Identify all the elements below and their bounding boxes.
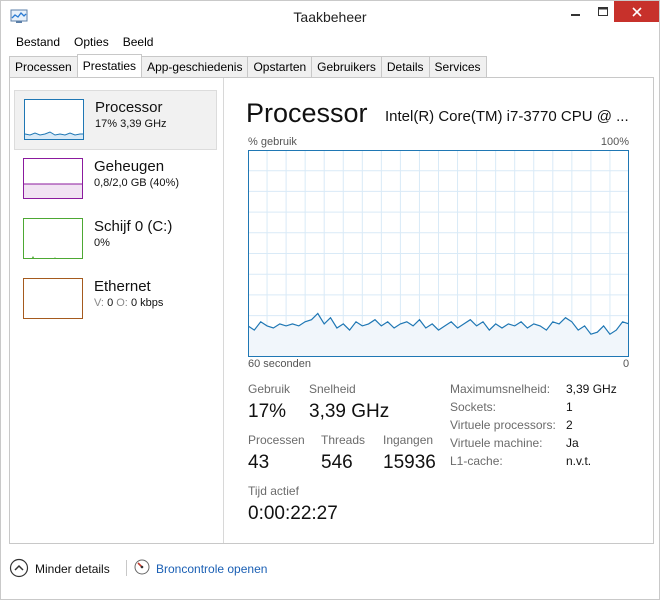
stat-label-uptime: Tijd actief: [248, 484, 299, 498]
sidebar-item-subtitle: 17% 3,39 GHz: [95, 118, 167, 130]
spec-label-virtual-processors: Virtuele processors:: [450, 418, 556, 432]
stat-value-speed: 3,39 GHz: [309, 401, 390, 422]
stat-label-threads: Threads: [321, 433, 366, 447]
stat-value-processes: 43: [248, 452, 270, 473]
stat-value-handles: 15936: [383, 452, 436, 473]
processor-thumbnail: [24, 99, 84, 140]
tab-services[interactable]: Services: [428, 56, 487, 77]
footer-bar: Minder details Broncontrole openen: [1, 544, 659, 599]
axis-label-zero: 0: [623, 358, 630, 370]
maximize-icon: [598, 6, 608, 16]
sidebar-item-disk[interactable]: Schijf 0 (C:) 0%: [14, 210, 217, 270]
tab-processen[interactable]: Processen: [9, 56, 78, 77]
tab-opstarten[interactable]: Opstarten: [247, 56, 313, 77]
spec-label-l1-cache: L1-cache:: [450, 454, 503, 468]
sidebar-item-ethernet[interactable]: Ethernet V: 0 O: 0 kbps: [14, 270, 217, 330]
maximize-button[interactable]: [590, 1, 616, 22]
menu-beeld[interactable]: Beeld: [116, 32, 161, 52]
minimize-button[interactable]: [563, 1, 589, 22]
resource-monitor-icon[interactable]: [134, 559, 150, 575]
fewer-details-button[interactable]: Minder details: [35, 562, 110, 576]
memory-mini-graph: [24, 183, 82, 198]
memory-thumbnail: [23, 158, 83, 199]
tab-prestaties[interactable]: Prestaties: [76, 54, 143, 77]
title-bar[interactable]: Taakbeheer: [1, 1, 659, 32]
sidebar-item-title: Processor: [95, 99, 163, 116]
disk-thumbnail: [23, 218, 83, 259]
minimize-icon: [571, 13, 580, 16]
stat-label-speed: Snelheid: [309, 382, 356, 396]
sidebar-item-subtitle: 0,8/2,0 GB (40%): [94, 177, 179, 189]
axis-label-time: 60 seconden: [248, 358, 311, 370]
chevron-up-circle-icon[interactable]: [9, 558, 29, 578]
ethernet-thumbnail: [23, 278, 83, 319]
footer-separator: [126, 560, 127, 576]
stat-value-threads: 546: [321, 452, 353, 473]
stat-label-processes: Processen: [248, 433, 305, 447]
resource-list: Processor 17% 3,39 GHz Geheugen 0,8/2,0 …: [10, 78, 223, 543]
window-title: Taakbeheer: [293, 9, 367, 25]
spec-label-max-speed: Maximumsnelheid:: [450, 382, 551, 396]
spec-value-max-speed: 3,39 GHz: [566, 382, 617, 396]
menu-opties[interactable]: Opties: [67, 32, 116, 52]
sidebar-item-processor[interactable]: Processor 17% 3,39 GHz: [14, 90, 217, 150]
cpu-model: Intel(R) Core(TM) i7-3770 CPU @ ...: [385, 108, 629, 125]
stat-label-handles: Ingangen: [383, 433, 434, 447]
sidebar-item-title: Geheugen: [94, 158, 165, 175]
spec-value-virtual-machine: Ja: [566, 436, 579, 450]
performance-panel: Processor 17% 3,39 GHz Geheugen 0,8/2,0 …: [9, 77, 654, 544]
close-icon: [631, 6, 642, 17]
open-resource-monitor-link[interactable]: Broncontrole openen: [156, 562, 267, 576]
tab-gebruikers[interactable]: Gebruikers: [311, 56, 382, 77]
stat-label-usage: Gebruik: [248, 382, 291, 396]
axis-label-max: 100%: [600, 136, 629, 148]
page-title: Processor: [246, 98, 368, 128]
spec-label-sockets: Sockets:: [450, 400, 497, 414]
axis-label-usage: % gebruik: [248, 136, 297, 148]
processor-mini-graph: [25, 131, 83, 139]
sidebar-item-title: Ethernet: [94, 278, 151, 295]
spec-value-virtual-processors: 2: [566, 418, 573, 432]
tab-details[interactable]: Details: [380, 56, 430, 77]
receive-value: 0 kbps: [130, 297, 164, 309]
pane-divider[interactable]: [223, 78, 224, 543]
menu-bestand[interactable]: Bestand: [9, 32, 67, 52]
tab-app-geschiedenis[interactable]: App-geschiedenis: [141, 56, 249, 77]
sidebar-item-memory[interactable]: Geheugen 0,8/2,0 GB (40%): [14, 150, 217, 210]
close-button[interactable]: [614, 1, 659, 22]
tab-strip: Processen Prestaties App-geschiedenis Op…: [9, 54, 487, 77]
spec-value-sockets: 1: [566, 400, 573, 414]
sidebar-item-subtitle: V: 0 O: 0 kbps: [94, 297, 163, 309]
spec-value-l1-cache: n.v.t.: [566, 454, 592, 468]
cpu-usage-graph: [248, 150, 629, 357]
spec-label-virtual-machine: Virtuele machine:: [450, 436, 543, 450]
sidebar-item-title: Schijf 0 (C:): [94, 218, 173, 235]
sidebar-item-subtitle: 0%: [94, 237, 110, 249]
disk-mini-graph: [31, 255, 56, 258]
receive-label: O:: [116, 297, 128, 309]
send-label: V:: [94, 297, 104, 309]
stat-value-usage: 17%: [248, 401, 287, 422]
task-manager-window: Taakbeheer Bestand Opties Beeld Processe…: [0, 0, 660, 600]
menu-bar: Bestand Opties Beeld: [9, 32, 160, 52]
stat-value-uptime: 0:00:22:27: [248, 503, 338, 524]
send-value: 0: [107, 297, 114, 309]
